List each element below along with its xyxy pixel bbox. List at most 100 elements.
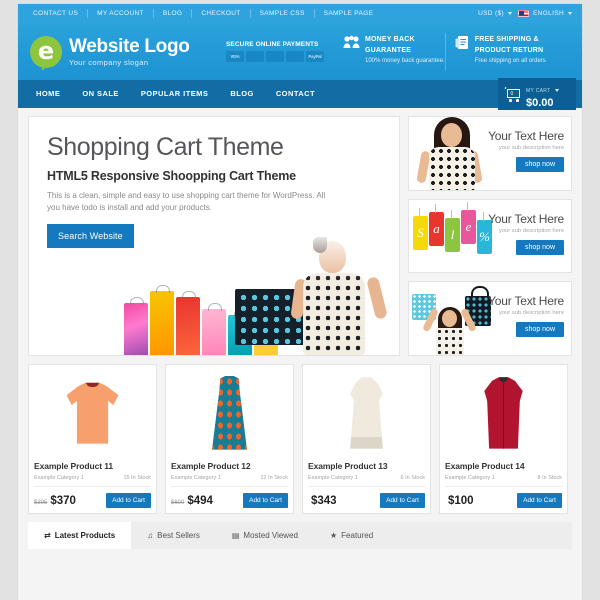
product-card[interactable]: Example Product 13 Example Category 1 6 … — [302, 364, 431, 515]
product-meta: Example Category 1 15 In Stock — [34, 475, 151, 488]
product-card[interactable]: Example Product 12 Example Category 1 12… — [165, 364, 294, 515]
cart-label: MY CART — [526, 87, 551, 94]
site-logo[interactable]: e Website Logo Your company slogan — [30, 35, 220, 68]
hero-title: Shopping Cart Theme — [47, 133, 284, 161]
product-card[interactable]: Example Product 14 Example Category 1 8 … — [439, 364, 568, 515]
cart-total: $0.00 — [526, 96, 554, 109]
tab-best-sellers[interactable]: ♫ Best Sellers — [131, 522, 216, 549]
product-buy-row: $600 $494 Add to Cart — [171, 493, 288, 509]
add-to-cart-button[interactable]: Add to Cart — [380, 493, 425, 509]
product-price: $100 — [448, 494, 474, 507]
product-name: Example Product 11 — [34, 461, 113, 472]
chevron-down-icon — [508, 12, 512, 15]
banner-1-shop-now-button[interactable]: shop now — [516, 157, 564, 172]
promo-banner-1[interactable]: Your Text Here your sub description here… — [408, 116, 572, 191]
add-to-cart-button[interactable]: Add to Cart — [243, 493, 288, 509]
feature-money-back-subtitle: 100% money back guarantee. — [365, 57, 445, 64]
top-link-sample-css[interactable]: SAMPLE CSS — [251, 9, 315, 18]
add-to-cart-button[interactable]: Add to Cart — [517, 493, 562, 509]
product-old-price: $395 — [34, 499, 48, 506]
chevron-down-icon — [568, 12, 572, 15]
tab-featured-label: Featured — [341, 531, 374, 541]
product-price-group: $395 $370 — [34, 495, 76, 507]
star-icon: ★ — [329, 531, 338, 541]
hero-description: This is a clean, simple and easy to use … — [47, 191, 326, 212]
product-buy-row: $100 Add to Cart — [445, 493, 562, 509]
banner-3-shopper-image — [409, 282, 495, 356]
tab-best-sellers-label: Best Sellers — [157, 531, 200, 541]
product-name: Example Product 12 — [171, 461, 251, 472]
product-meta: Example Category 1 6 In Stock — [308, 475, 425, 488]
product-stock: 6 In Stock — [400, 475, 425, 482]
feature-money-back: MONEY BACK GUARANTEE 100% money back gua… — [334, 33, 445, 71]
logo-name: Website Logo — [69, 35, 190, 57]
main-navigation: HOME ON SALE POPULAR ITEMS BLOG CONTACT … — [18, 78, 582, 110]
nav-item-on-sale[interactable]: ON SALE — [71, 80, 130, 108]
banner-3-title: Your Text Here — [488, 294, 564, 309]
top-link-checkout[interactable]: CHECKOUT — [192, 9, 251, 18]
banner-2-title: Your Text Here — [488, 211, 564, 226]
feature-free-shipping-subtitle: Free shipping on all orders — [474, 57, 546, 64]
nav-item-blog[interactable]: BLOG — [219, 80, 264, 108]
product-grid: Example Product 11 Example Category 1 15… — [28, 364, 572, 515]
product-stock: 12 In Stock — [260, 475, 288, 482]
search-website-button[interactable]: Search Website — [47, 224, 134, 248]
secure-payments-block: SECURE ONLINE PAYMENTS VISA PayPal — [226, 41, 334, 62]
banner-1-model-image — [409, 117, 495, 190]
top-right-selectors: USD ($) ENGLISH — [478, 10, 572, 17]
feature-money-back-text: MONEY BACK GUARANTEE 100% money back gua… — [365, 33, 445, 66]
feature-money-back-title-1: MONEY BACK — [365, 35, 415, 43]
top-link-contact-us[interactable]: CONTACT US — [28, 9, 89, 18]
payment-card-icons: VISA PayPal — [226, 51, 334, 62]
currency-label: USD ($) — [478, 10, 504, 17]
product-stock: 15 In Stock — [123, 475, 151, 482]
top-links: CONTACT US MY ACCOUNT BLOG CHECKOUT SAMP… — [28, 9, 382, 18]
amex-card-icon — [286, 51, 304, 62]
logo-slogan: Your company slogan — [69, 57, 149, 67]
site-header: e Website Logo Your company slogan SECUR… — [18, 23, 582, 80]
logo-mark-icon: e — [30, 35, 62, 68]
banner-1-text: Your Text Here your sub description here… — [488, 130, 564, 172]
product-image — [445, 370, 562, 455]
hero-slider: Shopping Cart Theme HTML5 Responsive Sho… — [28, 116, 400, 356]
promo-banner-3[interactable]: Your Text Here your sub description here… — [408, 281, 572, 357]
banner-3-shop-now-button[interactable]: shop now — [516, 322, 564, 338]
tab-latest-products[interactable]: ⇄ Latest Products — [28, 522, 132, 550]
language-selector[interactable]: ENGLISH — [518, 10, 572, 17]
currency-selector[interactable]: USD ($) — [478, 10, 512, 17]
nav-item-home[interactable]: HOME — [30, 80, 71, 108]
banner-1-subtitle: your sub description here — [498, 145, 564, 151]
product-old-price: $600 — [171, 499, 185, 506]
hero-fade-overlay — [29, 235, 399, 355]
mastercard-card-icon — [246, 51, 264, 62]
language-label: ENGLISH — [533, 10, 564, 17]
exchange-icon: ⇄ — [44, 531, 51, 541]
banner-2-subtitle: your sub description here — [498, 227, 564, 234]
product-price: $370 — [50, 494, 76, 507]
hero-row: Shopping Cart Theme HTML5 Responsive Sho… — [28, 116, 572, 357]
feature-free-shipping-text: FREE SHIPPING & PRODUCT RETURN Free ship… — [475, 33, 546, 66]
banner-3-text: Your Text Here your sub description here… — [488, 294, 564, 338]
top-link-my-account[interactable]: MY ACCOUNT — [88, 9, 154, 18]
promo-banner-2[interactable]: Sal e% Your Text Here your sub descripti… — [408, 198, 572, 274]
product-name: Example Product 13 — [308, 461, 388, 472]
nav-item-contact[interactable]: CONTACT — [265, 80, 326, 108]
banner-2-text: Your Text Here your sub description here… — [488, 213, 564, 255]
product-card[interactable]: Example Product 11 Example Category 1 15… — [28, 364, 157, 515]
product-price: $343 — [311, 494, 337, 507]
banner-1-title: Your Text Here — [488, 129, 564, 143]
cart-widget[interactable]: 0 MY CART $0.00 — [498, 78, 576, 110]
feature-free-shipping-title-2: PRODUCT RETURN — [474, 47, 544, 54]
product-image — [34, 370, 151, 455]
banner-2-shop-now-button[interactable]: shop now — [516, 239, 564, 255]
hero-subtitle: HTML5 Responsive Shoopping Cart Theme — [47, 169, 296, 183]
top-link-blog[interactable]: BLOG — [154, 9, 193, 18]
product-category: Example Category 1 — [34, 475, 84, 482]
tab-mosted-viewed[interactable]: ▤ Mosted Viewed — [216, 522, 314, 549]
product-buy-row: $395 $370 Add to Cart — [34, 493, 151, 509]
tab-featured[interactable]: ★ Featured — [314, 522, 389, 549]
top-link-sample-page[interactable]: SAMPLE PAGE — [315, 9, 383, 18]
nav-item-popular-items[interactable]: POPULAR ITEMS — [130, 80, 220, 108]
add-to-cart-button[interactable]: Add to Cart — [106, 493, 151, 509]
shopping-cart-icon: 0 — [504, 86, 522, 102]
